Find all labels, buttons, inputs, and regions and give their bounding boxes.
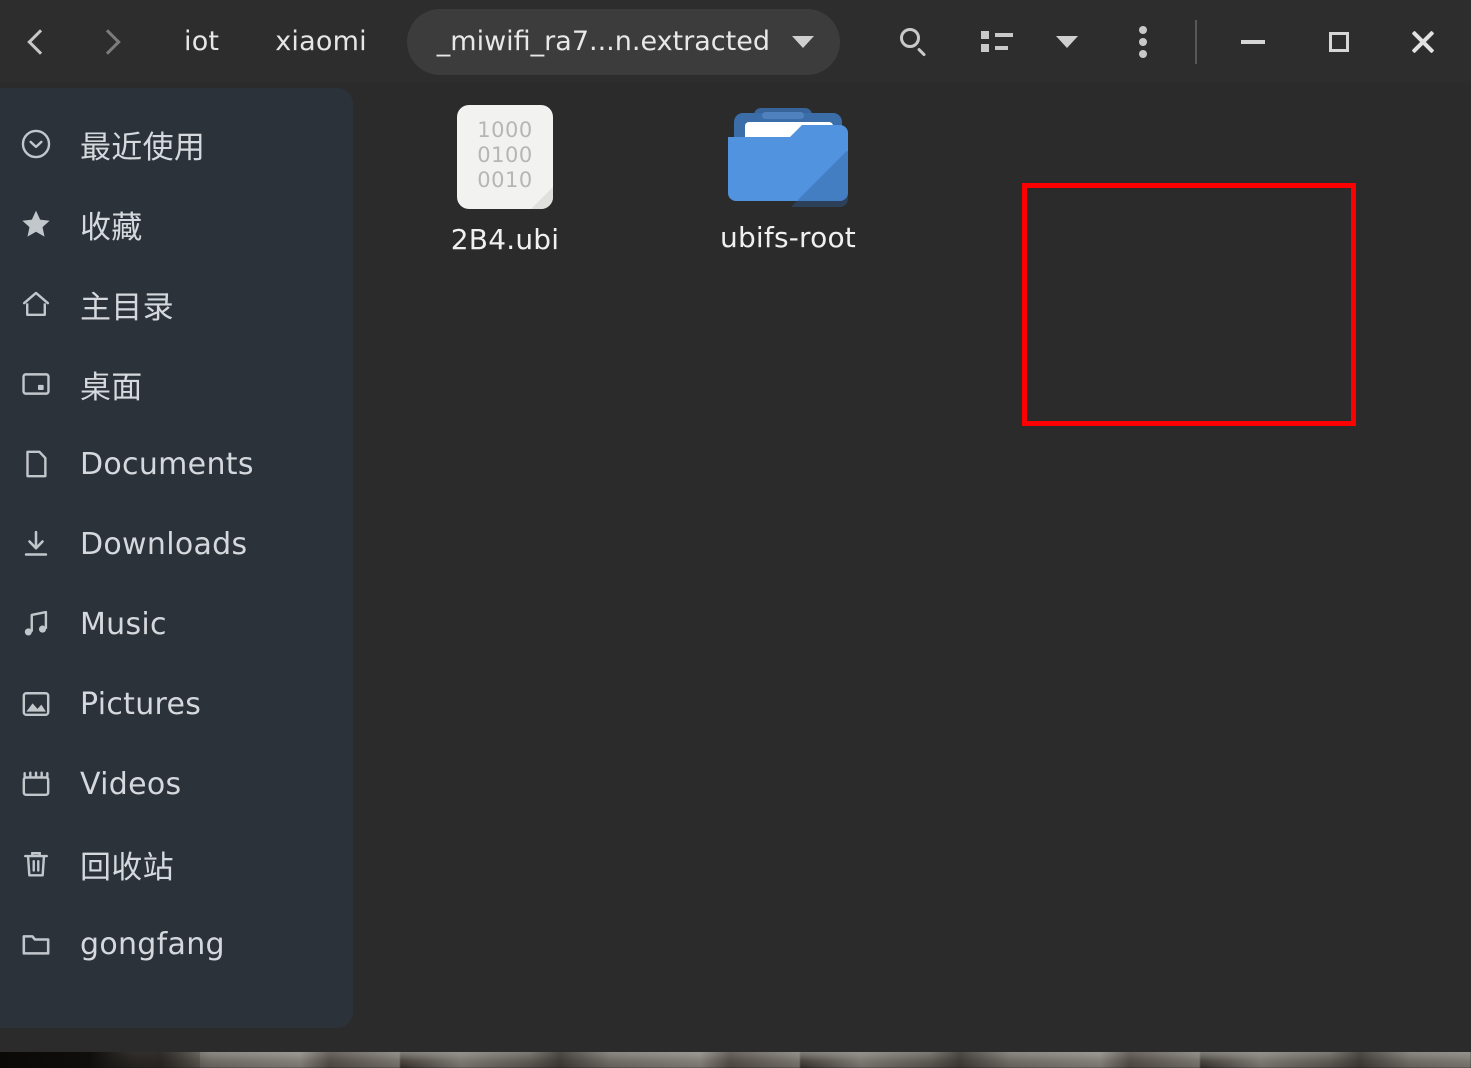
sidebar-item-label: 桌面 xyxy=(80,369,143,406)
close-icon xyxy=(1409,28,1437,56)
sidebar-item-desktop[interactable]: 桌面 xyxy=(0,344,353,424)
sidebar-item-home[interactable]: 主目录 xyxy=(0,264,353,344)
current-path-label: _miwifi_ra7...n.extracted xyxy=(436,26,770,57)
sidebar-item-label: gongfang xyxy=(80,926,225,962)
binary-line-1: 1000 xyxy=(477,117,533,142)
document-icon xyxy=(12,442,60,486)
file-item-2b4-ubi[interactable]: 1000 0100 0010 2B4.ubi xyxy=(420,105,590,256)
minimize-button[interactable] xyxy=(1223,12,1283,72)
binary-file-icon: 1000 0100 0010 xyxy=(457,105,553,209)
sidebar-item-label: Downloads xyxy=(80,526,248,562)
sidebar-item-pictures[interactable]: Pictures xyxy=(0,664,353,744)
three-dots-vertical-icon xyxy=(1139,25,1147,58)
breadcrumb-iot[interactable]: iot xyxy=(180,20,223,63)
trash-icon xyxy=(12,842,60,886)
file-manager-window: iot xiaomi _miwifi_ra7...n.extracted 最近使… xyxy=(0,0,1471,1052)
search-icon xyxy=(898,27,928,57)
sidebar-item-label: Documents xyxy=(80,446,254,482)
list-view-icon xyxy=(981,29,1013,55)
maximize-icon xyxy=(1329,31,1349,52)
breadcrumb-xiaomi[interactable]: xiaomi xyxy=(271,20,371,63)
sidebar-item-trash[interactable]: 回收站 xyxy=(0,824,353,904)
folder-icon xyxy=(12,922,60,966)
chevron-right-icon xyxy=(100,27,117,57)
current-path-button[interactable]: _miwifi_ra7...n.extracted xyxy=(406,8,840,75)
sidebar-item-videos[interactable]: Videos xyxy=(0,744,353,824)
header-bar: iot xiaomi _miwifi_ra7...n.extracted xyxy=(0,0,1471,83)
download-icon xyxy=(12,522,60,566)
sidebar-item-documents[interactable]: Documents xyxy=(0,424,353,504)
sidebar-item-downloads[interactable]: Downloads xyxy=(0,504,353,584)
menu-button[interactable] xyxy=(1115,14,1171,70)
sidebar-item-label: 主目录 xyxy=(80,289,174,326)
view-mode-button[interactable] xyxy=(969,14,1025,70)
sidebar-item-music[interactable]: Music xyxy=(0,584,353,664)
search-button[interactable] xyxy=(885,14,941,70)
sidebar-item-label: 回收站 xyxy=(80,849,174,886)
binary-line-2: 0100 xyxy=(477,142,533,167)
clock-recent-icon xyxy=(12,122,60,166)
back-button[interactable] xyxy=(10,16,62,68)
chevron-down-icon xyxy=(1056,35,1078,48)
chevron-down-icon xyxy=(791,35,814,48)
sidebar-item-label: Music xyxy=(80,606,167,642)
desktop-icon xyxy=(12,362,60,406)
folder-tab-highlight xyxy=(762,112,804,119)
chevron-left-icon xyxy=(28,27,45,57)
page-fold-corner xyxy=(531,187,553,209)
image-icon xyxy=(12,682,60,726)
maximize-button[interactable] xyxy=(1309,12,1369,72)
file-item-ubifs-root[interactable]: ubifs-root xyxy=(703,105,873,254)
sidebar-item-favorites[interactable]: 收藏 xyxy=(0,184,353,264)
sort-button[interactable] xyxy=(1039,14,1095,70)
sidebar-item-label: Videos xyxy=(80,766,182,802)
file-item-label: 2B4.ubi xyxy=(450,223,560,256)
header-actions xyxy=(885,0,1471,83)
star-icon xyxy=(12,202,60,246)
file-list-area[interactable]: 1000 0100 0010 2B4.ubi ubifs-root xyxy=(353,83,1471,1052)
forward-button[interactable] xyxy=(82,16,134,68)
sidebar-item-label: 收藏 xyxy=(80,209,143,246)
music-note-icon xyxy=(12,602,60,646)
file-item-label: ubifs-root xyxy=(720,221,856,254)
sidebar-item-gongfang[interactable]: gongfang xyxy=(0,904,353,984)
sidebar: 最近使用 收藏 主目录 桌面 Documents Downloads Music… xyxy=(0,88,353,1028)
annotation-highlight-rect xyxy=(1022,183,1356,426)
sidebar-item-label: 最近使用 xyxy=(80,129,206,166)
folder-icon xyxy=(728,105,848,207)
wallpaper-shadow xyxy=(0,1050,200,1068)
header-divider xyxy=(1195,19,1197,64)
wallpaper-wood-planks xyxy=(0,1050,1471,1068)
minimize-icon xyxy=(1241,39,1265,44)
close-button[interactable] xyxy=(1393,12,1453,72)
sidebar-item-label: Pictures xyxy=(80,686,202,722)
home-icon xyxy=(12,282,60,326)
video-icon xyxy=(12,762,60,806)
binary-line-3: 0010 xyxy=(477,167,533,192)
sidebar-item-recent[interactable]: 最近使用 xyxy=(0,104,353,184)
